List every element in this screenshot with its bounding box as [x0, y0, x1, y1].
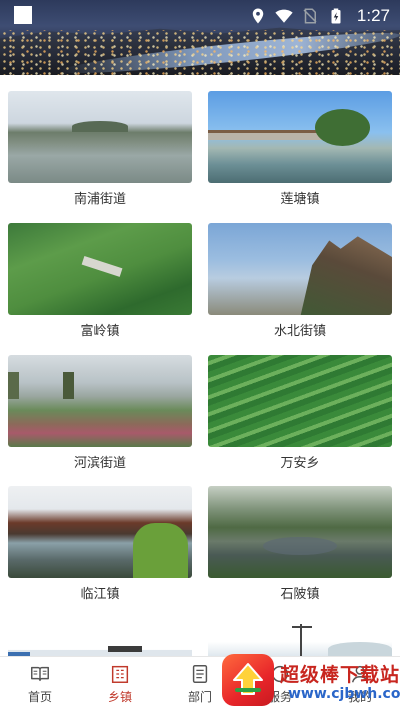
town-photo [208, 486, 392, 578]
towns-grid: 南浦街道 莲塘镇 富岭镇 水北街镇 河滨街道 万安乡 临江镇 石陂镇 [0, 75, 400, 656]
town-photo [8, 91, 192, 183]
town-name: 河滨街道 [73, 456, 126, 471]
town-photo [8, 355, 192, 447]
watermark-title: 超级棒下载站 [280, 664, 400, 686]
wifi-icon [275, 9, 293, 23]
partial-photo-pole-arm [292, 626, 312, 628]
town-photo [8, 486, 192, 578]
nav-item-home[interactable]: 首页 [0, 663, 80, 711]
town-name: 万安乡 [280, 456, 320, 471]
town-photo [208, 91, 392, 183]
town-card[interactable]: 河滨街道 [8, 355, 192, 477]
nav-label: 乡镇 [107, 690, 132, 704]
town-card[interactable]: 水北街镇 [208, 223, 392, 345]
town-card-partial[interactable] [8, 620, 192, 656]
nav-item-towns[interactable]: 乡镇 [80, 663, 160, 711]
building-icon [111, 665, 129, 683]
town-card[interactable]: 富岭镇 [8, 223, 192, 345]
battery-charging-icon [331, 8, 341, 24]
app-screen: 1:27 南浦街道 莲塘镇 富岭镇 水北街镇 河滨街道 万安乡 临江镇 石陂镇 … [0, 0, 400, 711]
notification-square-icon [14, 6, 32, 24]
status-bar: 1:27 [0, 0, 400, 32]
town-name: 莲塘镇 [280, 192, 320, 207]
watermark-badge-icon [222, 654, 274, 706]
location-icon [252, 8, 264, 24]
download-arrow-icon [233, 663, 263, 695]
watermark-url: www.cjbwh.com [288, 686, 400, 702]
status-icons: 1:27 [249, 4, 390, 28]
book-open-icon [31, 666, 49, 682]
town-card[interactable]: 临江镇 [8, 486, 192, 608]
nav-label: 首页 [27, 690, 52, 704]
town-name: 富岭镇 [80, 324, 120, 339]
town-card[interactable]: 南浦街道 [8, 91, 192, 213]
town-photo [8, 223, 192, 315]
town-name: 临江镇 [80, 587, 120, 602]
town-card-partial[interactable] [208, 620, 392, 656]
town-card[interactable]: 石陂镇 [208, 486, 392, 608]
town-name: 水北街镇 [273, 324, 326, 339]
town-name: 南浦街道 [73, 192, 126, 207]
watermark-logo: 超级棒下载站 www.cjbwh.com [222, 652, 400, 711]
partial-photo-roof [108, 646, 142, 652]
document-list-icon [192, 665, 208, 683]
town-photo [208, 223, 392, 315]
town-photo [208, 355, 392, 447]
banner-city-lights [0, 30, 400, 75]
no-sim-icon [303, 8, 317, 24]
status-time: 1:27 [356, 6, 390, 25]
town-card[interactable]: 万安乡 [208, 355, 392, 477]
town-card[interactable]: 莲塘镇 [208, 91, 392, 213]
town-name: 石陂镇 [280, 587, 320, 602]
